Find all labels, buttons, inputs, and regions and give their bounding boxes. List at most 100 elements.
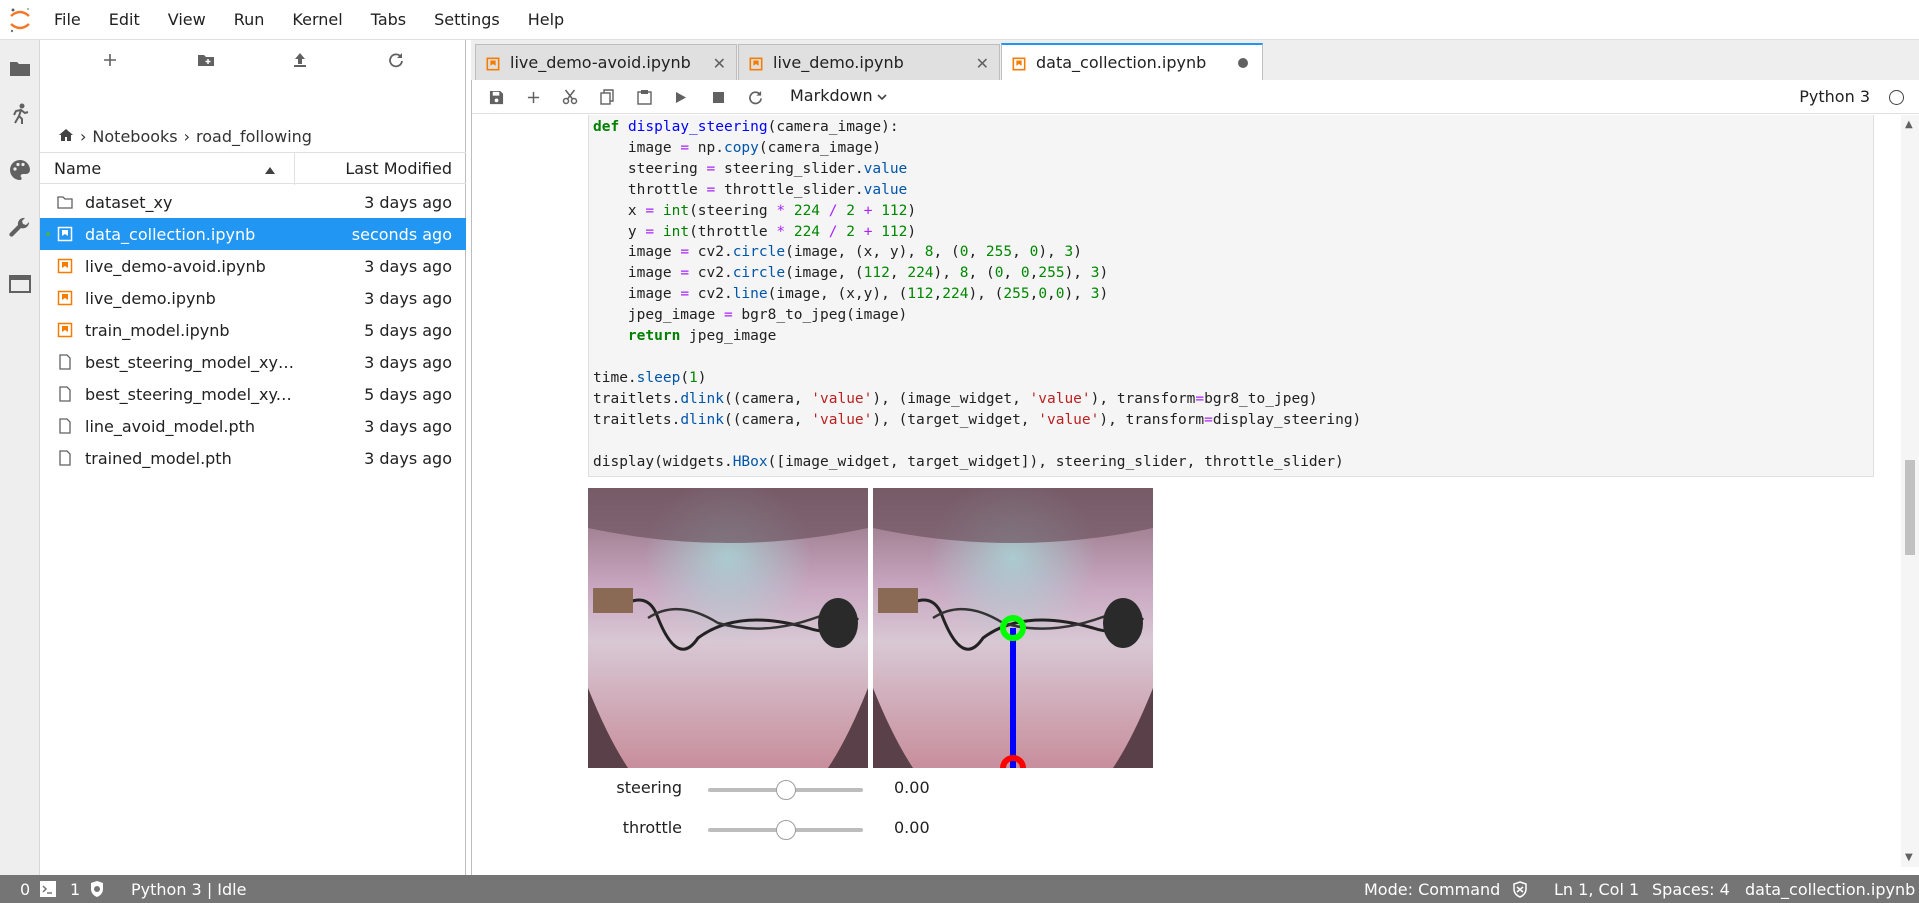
notebook-icon	[57, 322, 73, 338]
file-row-dataset-xy[interactable]: dataset_xy 3 days ago	[40, 186, 466, 218]
save-icon[interactable]	[482, 83, 510, 111]
new-launcher-plus-icon[interactable]	[96, 46, 124, 74]
tab-live-demo-avoid[interactable]: live_demo-avoid.ipynb ✕	[475, 44, 737, 80]
target-image-widget	[873, 488, 1153, 781]
menu-file[interactable]: File	[40, 0, 95, 40]
kernel-status-text[interactable]: Python 3 | Idle	[131, 880, 246, 899]
notebook-icon	[57, 226, 73, 242]
file-row-best-steering-1st[interactable]: best_steering_model_xy_1st... 3 days ago	[40, 346, 466, 378]
left-sidebar-rail	[0, 40, 40, 875]
menu-view[interactable]: View	[154, 0, 220, 40]
kernel-name[interactable]: Python 3	[1799, 87, 1870, 106]
column-name-header[interactable]: Name	[54, 159, 101, 178]
status-bar: 0 1 Python 3 | Idle Mode: Command Ln 1, …	[0, 875, 1919, 903]
throttle-slider-handle[interactable]	[775, 820, 796, 840]
file-row-trained-model[interactable]: trained_model.pth 3 days ago	[40, 442, 466, 474]
throttle-slider-label: throttle	[622, 818, 682, 837]
jupyter-logo-icon	[0, 0, 40, 40]
notebook-scrollbar[interactable]: ▲ ▼	[1901, 115, 1919, 867]
file-name: best_steering_model_xy_1st...	[85, 352, 295, 372]
file-name: trained_model.pth	[85, 448, 232, 468]
new-folder-icon[interactable]	[192, 46, 220, 74]
run-icon[interactable]	[667, 83, 695, 111]
folder-icon	[57, 194, 73, 210]
steering-slider-handle[interactable]	[775, 780, 796, 800]
menu-help[interactable]: Help	[514, 0, 578, 40]
terminal-icon[interactable]	[40, 881, 56, 901]
file-modified: 3 days ago	[364, 288, 452, 308]
file-browser-toolbar	[40, 40, 466, 80]
file-modified: 3 days ago	[364, 448, 452, 468]
tab-data-collection[interactable]: data_collection.ipynb	[1001, 43, 1263, 80]
settings-shield-icon[interactable]	[1512, 881, 1528, 902]
stop-icon[interactable]	[704, 83, 732, 111]
steering-slider-row: steering 0.00	[588, 774, 988, 804]
menu-edit[interactable]: Edit	[95, 0, 154, 40]
upload-icon[interactable]	[286, 46, 314, 74]
mode-indicator: Mode: Command	[1364, 880, 1501, 899]
scroll-down-arrow-icon[interactable]: ▼	[1905, 852, 1913, 863]
column-modified-header[interactable]: Last Modified	[345, 159, 452, 178]
file-row-best-steering[interactable]: best_steering_model_xy.pth 5 days ago	[40, 378, 466, 410]
throttle-slider-row: throttle 0.00	[588, 814, 988, 844]
notebook-icon	[57, 258, 73, 274]
home-icon[interactable]	[58, 127, 74, 146]
steering-slider-label: steering	[616, 778, 682, 797]
cell-type-value: Markdown	[790, 86, 873, 105]
kernel-count[interactable]: 1	[70, 880, 80, 899]
running-icon[interactable]	[0, 94, 40, 134]
wrench-icon[interactable]	[0, 208, 40, 248]
notebook-icon	[486, 56, 500, 70]
scrollbar-thumb[interactable]	[1905, 460, 1915, 555]
unsaved-dot-icon[interactable]	[1238, 58, 1248, 68]
menu-kernel[interactable]: Kernel	[278, 0, 356, 40]
file-row-live-demo[interactable]: live_demo.ipynb 3 days ago	[40, 282, 466, 314]
menu-tabs[interactable]: Tabs	[357, 0, 420, 40]
file-modified: 3 days ago	[364, 256, 452, 276]
restart-icon[interactable]	[741, 83, 769, 111]
scroll-up-arrow-icon[interactable]: ▲	[1905, 119, 1913, 130]
steering-slider-value: 0.00	[894, 778, 930, 797]
file-name: data_collection.ipynb	[85, 224, 256, 244]
indent-spaces[interactable]: Spaces: 4	[1652, 880, 1730, 899]
file-icon	[57, 418, 73, 434]
paste-icon[interactable]	[630, 83, 658, 111]
menu-settings[interactable]: Settings	[420, 0, 514, 40]
menu-run[interactable]: Run	[220, 0, 279, 40]
tabs-icon[interactable]	[0, 264, 40, 304]
notebook-icon	[749, 56, 763, 70]
code-cell[interactable]: def display_steering(camera_image): imag…	[588, 115, 1874, 477]
palette-icon[interactable]	[0, 150, 40, 190]
file-row-live-demo-avoid[interactable]: live_demo-avoid.ipynb 3 days ago	[40, 250, 466, 282]
file-icon	[57, 386, 73, 402]
cut-icon[interactable]	[556, 83, 584, 111]
folder-icon[interactable]	[0, 48, 40, 88]
breadcrumb-separator-icon: ›	[183, 126, 191, 146]
file-modified: 3 days ago	[364, 352, 452, 372]
cell-type-dropdown[interactable]: Markdown	[790, 86, 887, 105]
sort-caret-up-icon[interactable]	[264, 161, 276, 180]
breadcrumb-separator-icon: ›	[80, 126, 87, 146]
file-row-data-collection[interactable]: data_collection.ipynb seconds ago	[40, 218, 466, 250]
file-modified: 5 days ago	[364, 384, 452, 404]
file-row-line-avoid[interactable]: line_avoid_model.pth 3 days ago	[40, 410, 466, 442]
kernel-shield-icon[interactable]	[89, 880, 105, 902]
file-modified: 3 days ago	[364, 416, 452, 436]
column-divider[interactable]	[294, 153, 295, 185]
file-name: line_avoid_model.pth	[85, 416, 256, 436]
copy-icon[interactable]	[593, 83, 621, 111]
terminal-count[interactable]: 0	[20, 880, 30, 899]
file-name: live_demo-avoid.ipynb	[85, 256, 266, 276]
breadcrumb-road-following[interactable]: road_following	[196, 127, 312, 146]
code-editor[interactable]: def display_steering(camera_image): imag…	[593, 117, 1361, 472]
close-icon[interactable]: ✕	[976, 54, 989, 73]
close-icon[interactable]: ✕	[713, 54, 726, 73]
add-cell-plus-icon[interactable]	[519, 83, 547, 111]
cursor-position[interactable]: Ln 1, Col 1	[1554, 880, 1639, 899]
refresh-icon[interactable]	[382, 46, 410, 74]
kernel-idle-circle-icon	[1889, 90, 1904, 105]
tab-label: live_demo-avoid.ipynb	[510, 53, 691, 72]
file-row-train-model[interactable]: train_model.ipynb 5 days ago	[40, 314, 466, 346]
tab-live-demo[interactable]: live_demo.ipynb ✕	[738, 44, 1000, 80]
breadcrumb-notebooks[interactable]: Notebooks	[92, 127, 177, 146]
